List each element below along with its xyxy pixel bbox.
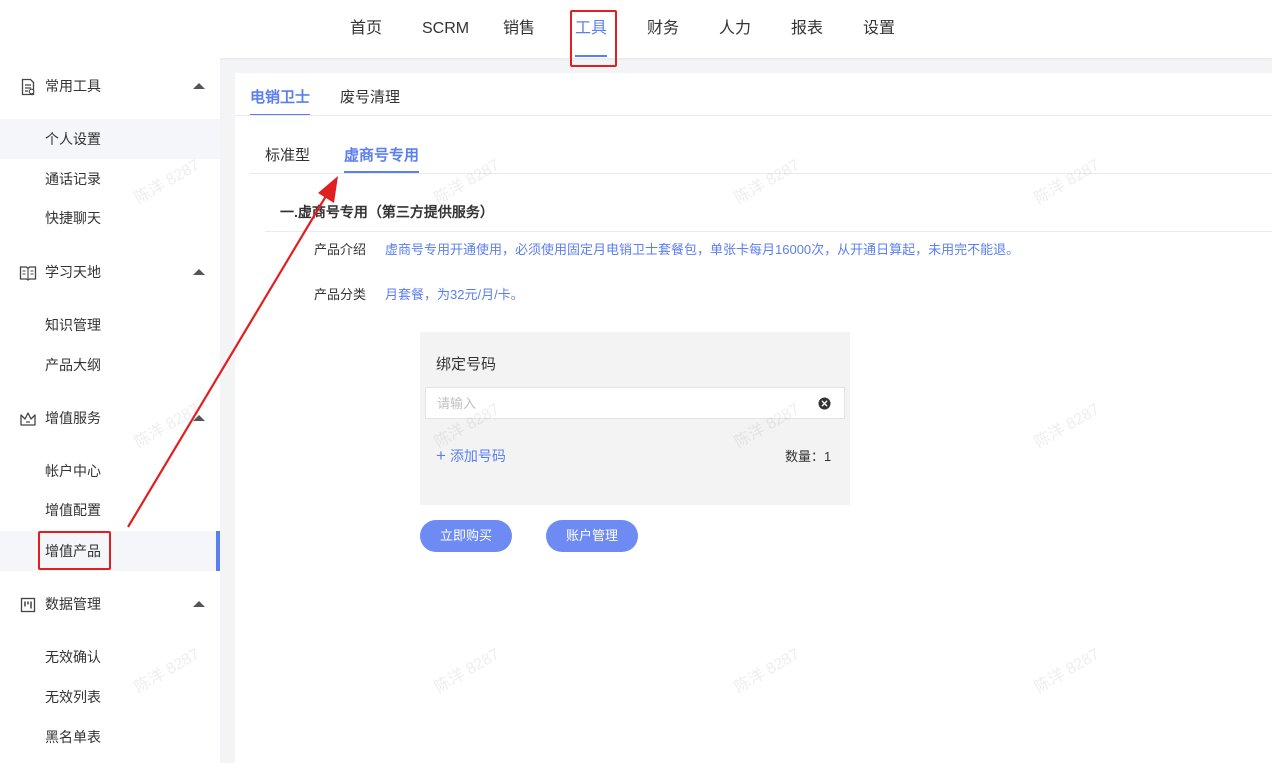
kanban-icon bbox=[20, 597, 36, 613]
sidebar-item-product-outline[interactable]: 产品大纲 bbox=[0, 345, 220, 385]
sidebar-item-invalid-list[interactable]: 无效列表 bbox=[0, 677, 220, 717]
tab-call-guard[interactable]: 电销卫士 bbox=[250, 86, 311, 116]
caret-up-icon bbox=[193, 415, 205, 421]
nav-home[interactable]: 首页 bbox=[350, 0, 382, 58]
caret-up-icon bbox=[193, 601, 205, 607]
sidebar-group-data-management[interactable]: 数据管理 bbox=[0, 576, 220, 632]
product-intro-value: 虚商号专用开通使用，必须使用固定月电销卫士套餐包，单张卡每月16000次，从开通… bbox=[385, 242, 1020, 257]
account-management-button[interactable]: 账户管理 bbox=[546, 520, 638, 552]
caret-up-icon bbox=[193, 83, 205, 89]
sidebar-group-learning[interactable]: 学习天地 bbox=[0, 244, 220, 300]
sidebar-group-value-added[interactable]: 增值服务 bbox=[0, 390, 220, 446]
sidebar-item-personal-settings[interactable]: 个人设置 bbox=[0, 119, 220, 159]
buy-now-button[interactable]: 立即购买 bbox=[420, 520, 512, 552]
sidebar-item-knowledge[interactable]: 知识管理 bbox=[0, 305, 220, 345]
sidebar-group-common-tools[interactable]: 常用工具 bbox=[0, 58, 220, 114]
sidebar-item-blacklist[interactable]: 黑名单表 bbox=[0, 717, 220, 757]
number-count: 数量：1 bbox=[785, 449, 832, 464]
product-category-label: 产品分类 bbox=[314, 287, 367, 302]
crown-icon bbox=[20, 412, 36, 426]
nav-finance[interactable]: 财务 bbox=[647, 0, 679, 58]
phone-number-input[interactable] bbox=[425, 387, 806, 419]
nav-sales[interactable]: 销售 bbox=[503, 0, 535, 58]
section-title: 一.虚商号专用（第三方提供服务） bbox=[280, 204, 494, 220]
sidebar-item-invalid-confirm[interactable]: 无效确认 bbox=[0, 637, 220, 677]
sidebar-group-label: 数据管理 bbox=[45, 596, 101, 612]
close-circle-icon bbox=[818, 397, 831, 410]
clear-number-button[interactable] bbox=[805, 387, 845, 419]
product-intro-label: 产品介绍 bbox=[314, 242, 367, 257]
nav-scrm[interactable]: SCRM bbox=[422, 0, 469, 58]
bind-number-title: 绑定号码 bbox=[436, 356, 497, 373]
add-number-label: 添加号码 bbox=[449, 448, 506, 464]
caret-up-icon bbox=[193, 269, 205, 275]
sidebar-group-label: 增值服务 bbox=[45, 410, 101, 426]
tab-label: 电销卫士 bbox=[250, 89, 311, 106]
plus-icon: + bbox=[436, 446, 446, 465]
nav-hr[interactable]: 人力 bbox=[719, 0, 751, 58]
nav-settings[interactable]: 设置 bbox=[863, 0, 895, 58]
sidebar-item-quick-chat[interactable]: 快捷聊天 bbox=[0, 198, 220, 238]
annotation-highlight-sidebar-item bbox=[38, 531, 111, 570]
sidebar-item-value-config[interactable]: 增值配置 bbox=[0, 490, 220, 530]
top-nav-bar: 首页 SCRM 销售 工具 财务 人力 报表 设置 bbox=[0, 0, 1272, 58]
section-divider bbox=[265, 231, 1272, 232]
sidebar-group-label: 常用工具 bbox=[45, 78, 101, 94]
sidebar-group-label: 学习天地 bbox=[45, 264, 101, 280]
subtab-label: 虚商号专用 bbox=[344, 147, 420, 164]
sidebar-item-call-records[interactable]: 通话记录 bbox=[0, 159, 220, 199]
document-icon bbox=[21, 78, 35, 96]
annotation-highlight-nav-tools bbox=[570, 10, 617, 67]
subtab-standard[interactable]: 标准型 bbox=[265, 144, 310, 165]
product-category-value: 月套餐，为32元/月/卡。 bbox=[385, 287, 524, 302]
subtabs-divider bbox=[250, 173, 1272, 174]
subtab-virtual-operator[interactable]: 虚商号专用 bbox=[344, 144, 420, 173]
tab-number-cleanup[interactable]: 废号清理 bbox=[340, 86, 400, 107]
tabs-divider bbox=[235, 115, 1272, 116]
nav-reports[interactable]: 报表 bbox=[791, 0, 823, 58]
add-number-link[interactable]: + 添加号码 bbox=[436, 446, 506, 466]
book-icon bbox=[19, 266, 37, 281]
sidebar-item-account-center[interactable]: 帐户中心 bbox=[0, 451, 220, 491]
